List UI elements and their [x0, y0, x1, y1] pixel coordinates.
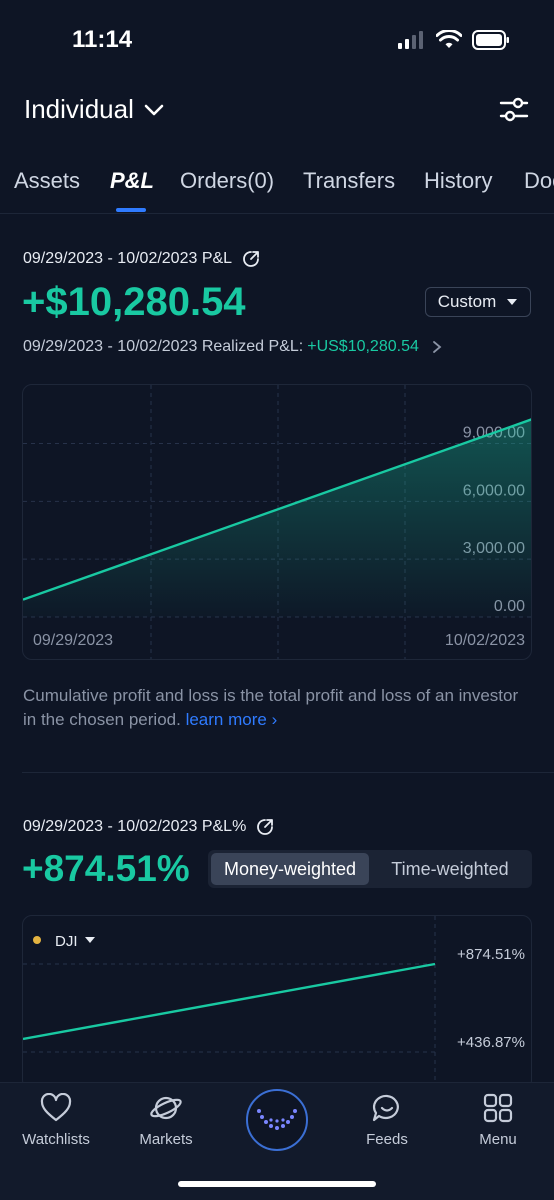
benchmark-dot	[33, 936, 41, 944]
nav-watchlists-label: Watchlists	[22, 1131, 90, 1148]
pnl-pct-chart-svg: +874.51% +436.87% DJI	[23, 916, 525, 1089]
pnl-chart[interactable]: 9,000.006,000.003,000.000.0009/29/202310…	[22, 384, 532, 660]
x-tick-label: 10/02/2023	[445, 632, 525, 649]
nav-markets-label: Markets	[139, 1131, 193, 1148]
account-name: Individual	[24, 94, 134, 124]
tab-history[interactable]: History	[424, 168, 492, 194]
share-icon[interactable]	[242, 250, 260, 268]
pnl-area	[23, 419, 531, 617]
battery-icon	[472, 30, 509, 50]
pnl-pct-value: +874.51%	[22, 848, 190, 889]
pnl-pct-range-text: 09/29/2023 - 10/02/2023 P&L%	[23, 818, 247, 835]
active-tab-indicator	[116, 208, 146, 212]
account-selector[interactable]: Individual	[24, 94, 164, 125]
header: Individual	[0, 84, 554, 134]
logo-icon	[257, 1109, 297, 1130]
status-bar: 11:14	[0, 0, 554, 84]
pnl-chart-svg: 9,000.006,000.003,000.000.0009/29/202310…	[23, 385, 531, 659]
nav-menu[interactable]: Menu	[448, 1093, 548, 1148]
sliders-icon	[499, 97, 529, 122]
pnl-pct-line	[23, 962, 436, 1041]
section-divider	[22, 772, 554, 773]
account-tabs: Assets P&L Orders(0) Transfers History D…	[0, 160, 554, 214]
nav-menu-label: Menu	[479, 1131, 517, 1148]
tab-orders[interactable]: Orders(0)	[180, 168, 274, 194]
chevron-down-icon	[144, 104, 164, 115]
cellular-signal-icon	[398, 31, 423, 49]
tab-transfers[interactable]: Transfers	[303, 168, 395, 194]
planet-icon	[150, 1096, 182, 1120]
grid-icon	[483, 1093, 513, 1123]
money-weighted-button[interactable]: Money-weighted	[211, 853, 369, 885]
share-icon[interactable]	[256, 818, 274, 836]
tab-pnl[interactable]: P&L	[110, 168, 154, 194]
home-logo-button[interactable]	[246, 1089, 308, 1151]
y-tick-label: +874.51%	[457, 946, 525, 963]
y-tick-label: +436.87%	[457, 1034, 525, 1051]
realized-pnl-row[interactable]: 09/29/2023 - 10/02/2023 Realized P&L: +U…	[23, 338, 443, 356]
heart-icon	[40, 1093, 72, 1122]
caret-down-icon	[507, 299, 518, 305]
time-weighted-button[interactable]: Time-weighted	[371, 853, 529, 885]
period-dropdown-label: Custom	[437, 292, 497, 311]
nav-feeds-label: Feeds	[366, 1131, 408, 1148]
pnl-pct-chart[interactable]: +874.51% +436.87% DJI	[22, 915, 532, 1090]
status-time: 11:14	[72, 26, 133, 53]
weighting-toggle: Money-weighted Time-weighted	[208, 850, 532, 888]
pnl-value: +$10,280.54	[22, 280, 246, 324]
nav-feeds[interactable]: Feeds	[337, 1093, 437, 1148]
pnl-pct-range-label: 09/29/2023 - 10/02/2023 P&L%	[23, 818, 274, 836]
filter-settings-button[interactable]	[498, 94, 530, 126]
chat-bubble-icon	[372, 1094, 399, 1122]
learn-more-link[interactable]: learn more ›	[186, 710, 278, 729]
nav-markets[interactable]: Markets	[116, 1093, 216, 1148]
tab-assets[interactable]: Assets	[14, 168, 80, 194]
realized-pnl-value: +US$10,280.54	[307, 338, 419, 355]
chevron-right-icon	[432, 341, 442, 353]
tab-documents[interactable]: Doc	[524, 168, 554, 194]
status-icons	[398, 30, 510, 50]
realized-pnl-label: 09/29/2023 - 10/02/2023 Realized P&L:	[23, 338, 304, 355]
home-indicator	[178, 1181, 376, 1187]
benchmark-caret-icon	[85, 937, 95, 943]
nav-watchlists[interactable]: Watchlists	[6, 1093, 106, 1148]
pnl-description: Cumulative profit and loss is the total …	[23, 684, 523, 732]
wifi-icon	[436, 30, 462, 48]
period-dropdown[interactable]: Custom	[425, 287, 531, 317]
x-tick-label: 09/29/2023	[33, 632, 113, 649]
benchmark-label: DJI	[55, 933, 78, 950]
pnl-range-text: 09/29/2023 - 10/02/2023 P&L	[23, 250, 233, 267]
pnl-range-label: 09/29/2023 - 10/02/2023 P&L	[23, 250, 260, 268]
